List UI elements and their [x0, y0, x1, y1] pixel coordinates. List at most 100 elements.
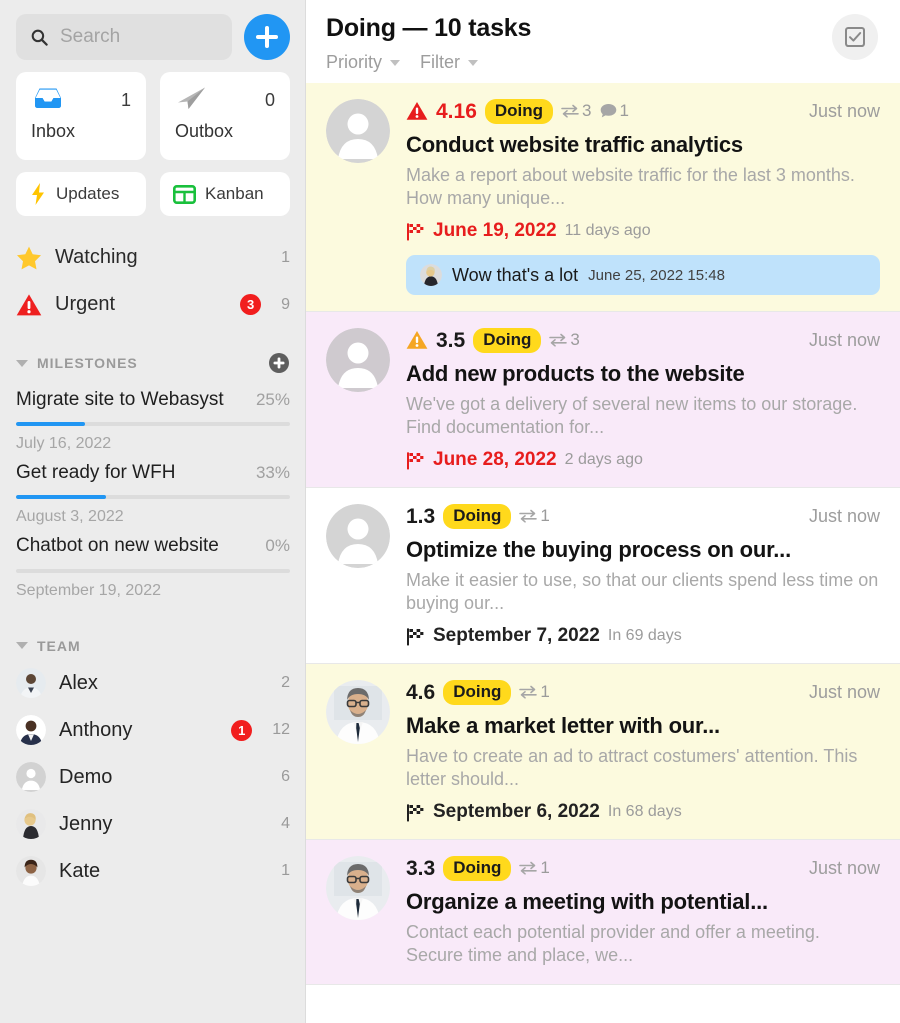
milestone-date: August 3, 2022	[16, 508, 124, 526]
team-section-title: TEAM	[37, 637, 81, 654]
select-tasks-button[interactable]	[832, 14, 878, 60]
transfer-count: 1	[519, 858, 550, 878]
milestones-list: Migrate site to Webasyst 25% July 16, 20…	[0, 380, 306, 600]
comment-count: 1	[600, 101, 629, 121]
search-input[interactable]	[60, 26, 218, 48]
checkered-flag-dark-icon	[407, 628, 424, 646]
task-due-date: September 6, 2022	[433, 801, 600, 823]
add-button[interactable]	[244, 14, 290, 60]
sidebar-item-watching[interactable]: Watching 1	[16, 234, 290, 281]
task-row[interactable]: 3.3 Doing 1 Just now Organize a meeting …	[306, 840, 900, 986]
avatar	[326, 680, 390, 745]
task-body: 4.16 Doing 3 1 Just now Conduct website …	[406, 99, 880, 296]
team-member-alex[interactable]: Alex 2	[16, 660, 290, 707]
task-title: Add new products to the website	[406, 360, 745, 386]
task-row[interactable]: 3.5 Doing 3 Just now Add new products to…	[306, 312, 900, 489]
mailbox-row: 1 Inbox 0 Outbox	[0, 60, 306, 160]
milestone-progress-fill	[16, 422, 85, 427]
inbox-icon	[35, 88, 61, 108]
chevron-down-icon	[468, 59, 479, 66]
star-icon	[17, 246, 41, 269]
status-badge: Doing	[443, 856, 512, 881]
task-description: Contact each potential provider and offe…	[406, 921, 820, 966]
transfer-count-value: 3	[582, 101, 592, 121]
caret-down-icon	[16, 359, 28, 367]
task-priority: 4.6	[406, 680, 436, 704]
priority-filter[interactable]: Priority	[326, 52, 401, 73]
main-header: Doing — 10 tasks Priority Filter	[306, 0, 900, 83]
caret-down-icon	[16, 642, 28, 650]
kanban-label: Kanban	[205, 184, 264, 203]
milestone-date: September 19, 2022	[16, 581, 161, 599]
sidebar-item-kanban[interactable]: Kanban	[160, 172, 290, 216]
sidebar-item-updates[interactable]: Updates	[16, 172, 146, 216]
team-member-demo[interactable]: Demo 6	[16, 754, 290, 801]
task-due-date: September 7, 2022	[433, 625, 600, 647]
status-badge: Doing	[443, 680, 512, 705]
task-title: Conduct website traffic analytics	[406, 131, 743, 157]
milestone-percent: 25%	[255, 390, 290, 409]
milestone-name: Migrate site to Webasyst	[16, 389, 224, 410]
task-meta: 1.3 Doing 1 Just now	[406, 504, 880, 529]
status-badge: Doing	[484, 99, 554, 124]
urgent-badge: 3	[240, 294, 262, 315]
watching-count: 1	[281, 248, 290, 266]
sidebar-item-outbox[interactable]: 0 Outbox	[160, 72, 290, 160]
sidebar-item-inbox[interactable]: 1 Inbox	[16, 72, 146, 160]
team-member-anthony[interactable]: Anthony 1 12	[16, 707, 290, 754]
team-member-count: 4	[281, 815, 290, 833]
urgent-count: 9	[281, 295, 290, 313]
warning-triangle-amber-icon	[406, 331, 428, 350]
avatar	[326, 99, 390, 163]
status-badge: Doing	[443, 504, 512, 529]
sidebar-item-urgent[interactable]: Urgent 3 9	[16, 281, 290, 328]
task-meta: 4.16 Doing 3 1 Just now	[406, 99, 880, 124]
outbox-label: Outbox	[175, 121, 234, 141]
team-member-count: 2	[281, 674, 290, 692]
transfer-count: 1	[519, 682, 550, 702]
plus-circle-icon[interactable]	[268, 352, 290, 374]
avatar	[326, 504, 390, 569]
task-body: 4.6 Doing 1 Just now Make a market lette…	[406, 680, 880, 823]
avatar	[420, 264, 442, 287]
filter-dropdown[interactable]: Filter	[420, 52, 479, 73]
task-updated: Just now	[808, 857, 880, 878]
milestone-name: Get ready for WFH	[16, 462, 176, 484]
checkered-flag-red-icon	[407, 222, 424, 240]
milestone-item[interactable]: Get ready for WFH 33% August 3, 2022	[16, 453, 290, 526]
task-updated: Just now	[808, 505, 880, 526]
task-meta: 4.6 Doing 1 Just now	[406, 680, 880, 705]
task-row[interactable]: 4.6 Doing 1 Just now Make a market lette…	[306, 664, 900, 841]
team-list: Alex 2 Anthony 1 12 Demo 6 Jenny 4 Kate …	[0, 660, 306, 895]
paper-plane-icon	[178, 87, 205, 109]
transfer-count-value: 1	[540, 506, 550, 526]
checkered-flag-red-icon	[407, 451, 424, 469]
filter-dropdown-label: Filter	[420, 52, 461, 72]
milestone-item[interactable]: Migrate site to Webasyst 25% July 16, 20…	[16, 380, 290, 453]
transfer-count-value: 1	[540, 858, 550, 878]
task-due: September 6, 2022 In 68 days	[406, 801, 880, 823]
comment-time: June 25, 2022 15:48	[588, 266, 725, 284]
lightning-bolt-icon	[32, 183, 44, 205]
task-due-relative: 2 days ago	[564, 451, 643, 469]
task-list: 4.16 Doing 3 1 Just now Conduct website …	[306, 83, 900, 986]
team-member-kate[interactable]: Kate 1	[16, 848, 290, 895]
filter-bar: Priority Filter	[326, 52, 880, 73]
page-title: Doing — 10 tasks	[326, 14, 532, 42]
checkered-flag-dark-icon	[407, 804, 424, 822]
task-title: Optimize the buying process on our...	[406, 536, 791, 562]
team-member-count: 6	[281, 768, 290, 786]
team-member-jenny[interactable]: Jenny 4	[16, 801, 290, 848]
inbox-label: Inbox	[31, 121, 76, 141]
task-due-relative: In 69 days	[607, 627, 682, 645]
task-row[interactable]: 4.16 Doing 3 1 Just now Conduct website …	[306, 83, 900, 313]
milestones-section-header[interactable]: MILESTONES	[0, 328, 306, 380]
avatar	[326, 856, 390, 921]
search-box[interactable]	[16, 14, 232, 60]
task-due-relative: In 68 days	[607, 803, 682, 821]
task-row[interactable]: 1.3 Doing 1 Just now Optimize the buying…	[306, 488, 900, 665]
task-comment[interactable]: Wow that's a lot June 25, 2022 15:48	[406, 255, 880, 296]
milestone-item[interactable]: Chatbot on new website 0% September 19, …	[16, 526, 290, 599]
team-section-header[interactable]: TEAM	[0, 600, 306, 660]
priority-filter-label: Priority	[326, 52, 383, 72]
